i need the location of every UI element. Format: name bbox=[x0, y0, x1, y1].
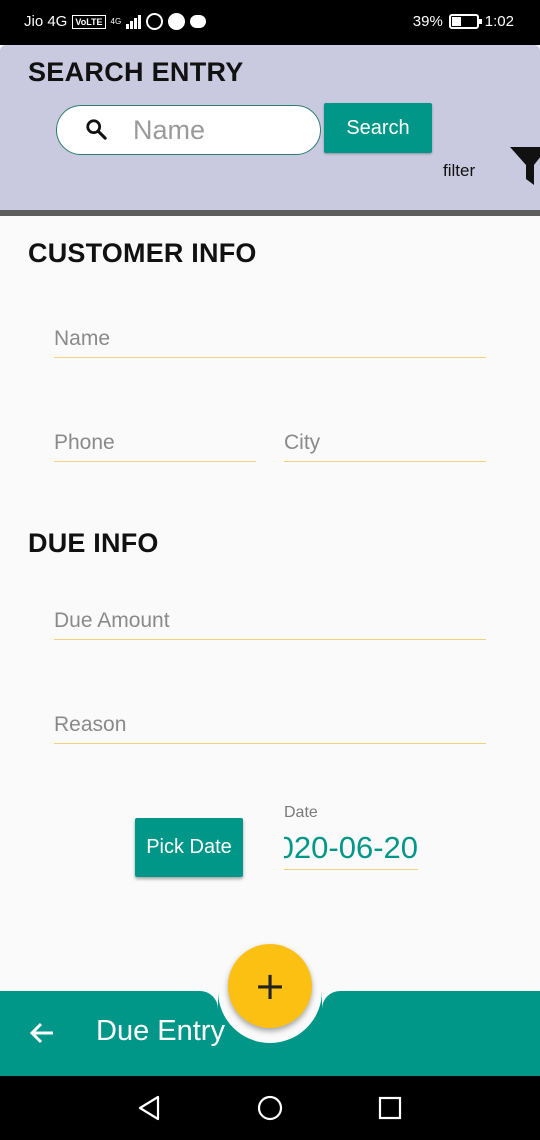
header-divider bbox=[0, 210, 540, 216]
notification-icon bbox=[168, 13, 186, 30]
status-bar: Jio 4G VoLTE 4G 39% 1:02 bbox=[0, 0, 540, 45]
clock: 1:02 bbox=[484, 13, 514, 30]
signal-icon bbox=[126, 14, 142, 29]
pick-date-button[interactable]: Pick Date bbox=[135, 818, 243, 877]
date-label: Date bbox=[284, 804, 318, 821]
search-input[interactable] bbox=[133, 112, 303, 148]
battery-level bbox=[451, 17, 462, 26]
nav-back-icon[interactable] bbox=[136, 1094, 164, 1122]
whatsapp-icon bbox=[146, 13, 164, 30]
battery-percent: 39% bbox=[412, 13, 443, 30]
search-icon bbox=[86, 119, 107, 140]
due-amount-input[interactable] bbox=[54, 596, 486, 639]
reason-field[interactable] bbox=[54, 700, 486, 744]
search-button[interactable]: Search bbox=[324, 103, 432, 153]
due-info-title: DUE INFO bbox=[28, 528, 159, 558]
app-bar-title: Due Entry bbox=[96, 1015, 225, 1047]
phone-input[interactable] bbox=[54, 418, 256, 461]
date-field[interactable]: 2020-06-20 bbox=[284, 826, 418, 870]
carrier-label: Jio 4G bbox=[24, 13, 68, 30]
search-box[interactable] bbox=[56, 105, 321, 155]
message-icon bbox=[190, 15, 207, 28]
city-field[interactable] bbox=[284, 418, 486, 462]
date-value: 2020-06-20 bbox=[284, 830, 418, 865]
status-right: 39% 1:02 bbox=[413, 13, 514, 30]
filter-label: filter bbox=[443, 161, 476, 180]
plus-icon: + bbox=[254, 964, 286, 1008]
search-header: SEARCH ENTRY Search filter bbox=[0, 45, 540, 211]
volte-badge: VoLTE bbox=[72, 14, 106, 29]
phone-field[interactable] bbox=[54, 418, 256, 462]
name-field[interactable] bbox=[54, 314, 486, 358]
notch-corner-left bbox=[200, 991, 218, 1009]
filter-icon[interactable] bbox=[508, 145, 540, 187]
nav-recents-icon[interactable] bbox=[376, 1094, 404, 1122]
battery-icon bbox=[448, 14, 482, 29]
name-input[interactable] bbox=[54, 314, 486, 357]
network-type-label: 4G bbox=[110, 17, 122, 26]
search-title: SEARCH ENTRY bbox=[28, 57, 244, 87]
nav-home-icon[interactable] bbox=[256, 1094, 284, 1122]
status-left: Jio 4G VoLTE 4G bbox=[24, 13, 207, 30]
customer-info-title: CUSTOMER INFO bbox=[28, 238, 257, 268]
system-nav-bar bbox=[0, 1076, 540, 1140]
notch-corner-right bbox=[322, 991, 340, 1009]
back-arrow-icon[interactable] bbox=[28, 1019, 56, 1047]
city-input[interactable] bbox=[284, 418, 486, 461]
add-entry-button[interactable]: + bbox=[228, 944, 312, 1028]
reason-input[interactable] bbox=[54, 700, 486, 743]
due-amount-field[interactable] bbox=[54, 596, 486, 640]
